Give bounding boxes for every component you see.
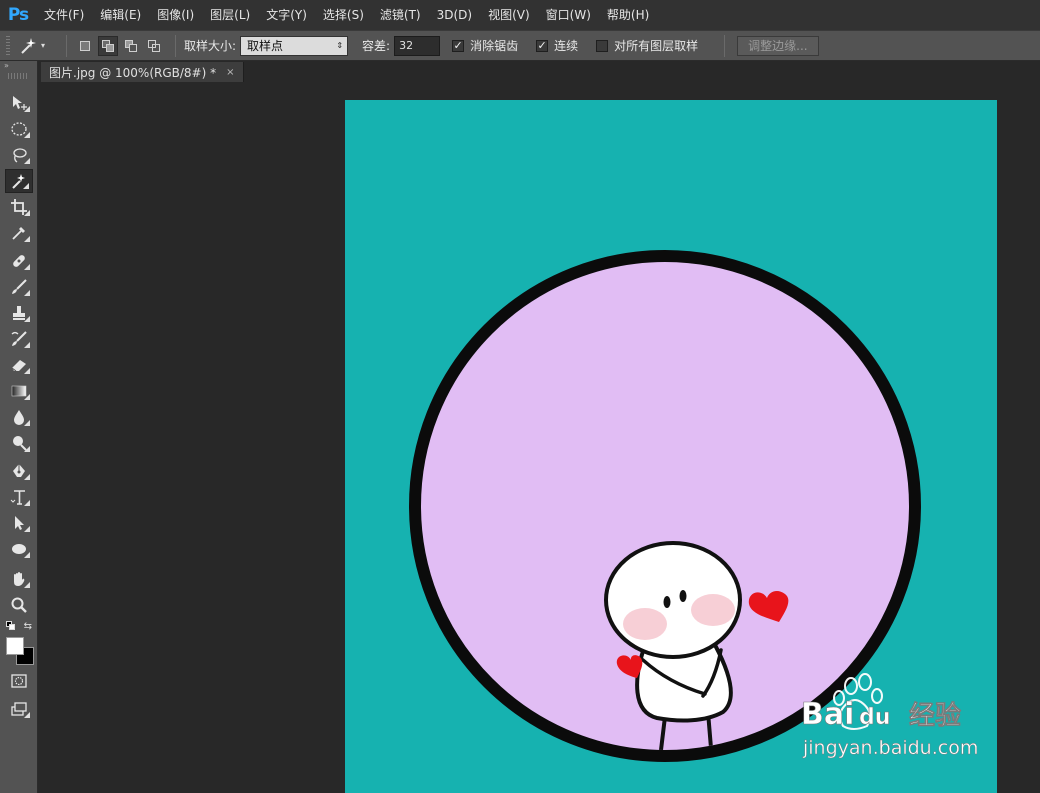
divider <box>724 34 726 57</box>
intersect-selection-button[interactable] <box>144 36 164 56</box>
screen-mode-button[interactable] <box>5 697 33 721</box>
magic-wand-tool[interactable] <box>5 169 33 193</box>
zoom-tool[interactable] <box>5 593 33 617</box>
blur-tool[interactable] <box>5 405 33 429</box>
tool-preset-picker[interactable]: ▾ <box>18 36 58 56</box>
photoshop-logo: Ps <box>7 5 29 25</box>
lasso-tool[interactable] <box>5 143 33 167</box>
menu-bar: Ps 文件(F) 编辑(E) 图像(I) 图层(L) 文字(Y) 选择(S) 滤… <box>0 0 1040 30</box>
menu-filter[interactable]: 滤镜(T) <box>372 0 429 30</box>
add-to-selection-icon <box>102 39 114 52</box>
checkmark-icon: ✓ <box>536 39 549 52</box>
tools-panel-grip[interactable] <box>8 73 29 79</box>
sample-size-label: 取样大小: <box>184 39 237 53</box>
document-tab-bar: 图片.jpg @ 100%(RGB/8#) * × <box>39 62 1040 82</box>
eyedropper-tool[interactable] <box>5 221 33 245</box>
ellipse-tool[interactable] <box>5 537 33 561</box>
options-bar-grip[interactable] <box>6 35 10 56</box>
zoom-icon <box>11 597 27 613</box>
menu-file[interactable]: 文件(F) <box>36 0 92 30</box>
contiguous-label: 连续 <box>554 39 579 53</box>
magic-wand-icon <box>21 37 36 54</box>
menu-select[interactable]: 选择(S) <box>315 0 372 30</box>
hand-tool[interactable] <box>5 567 33 591</box>
collapse-panel-icon[interactable]: » <box>0 61 37 71</box>
dodge-tool[interactable] <box>5 431 33 455</box>
document-canvas[interactable] <box>345 100 997 793</box>
menu-type[interactable]: 文字(Y) <box>258 0 315 30</box>
tools-panel: » ⇆ <box>0 61 38 793</box>
close-icon[interactable]: × <box>226 67 234 78</box>
foreground-color-swatch[interactable] <box>6 637 24 655</box>
empty-checkbox-icon <box>596 39 609 52</box>
healing-brush-tool[interactable] <box>5 249 33 273</box>
antialias-label: 消除锯齿 <box>470 39 519 53</box>
menu-3d[interactable]: 3D(D) <box>429 0 480 30</box>
menu-layer[interactable]: 图层(L) <box>202 0 258 30</box>
divider <box>175 34 176 57</box>
add-to-selection-button[interactable] <box>98 35 118 56</box>
divider <box>66 34 67 57</box>
checkmark-icon: ✓ <box>452 39 465 52</box>
tolerance-input[interactable] <box>394 35 441 56</box>
color-swatches: ⇆ <box>4 621 36 671</box>
menu-help[interactable]: 帮助(H) <box>599 0 657 30</box>
sample-size-select[interactable]: 取样点 ⇕ <box>240 35 349 56</box>
subtract-from-selection-button[interactable] <box>121 36 141 56</box>
gradient-tool[interactable] <box>5 379 33 403</box>
marquee-tool[interactable] <box>5 117 33 141</box>
options-bar: ▾ 取样大小: 取样点 ⇕ 容差: ✓ 消除锯齿 ✓ 连续 对所有图层取样 调整… <box>0 30 1040 61</box>
document-tab[interactable]: 图片.jpg @ 100%(RGB/8#) * × <box>41 62 244 82</box>
sample-size-value: 取样点 <box>247 39 284 53</box>
brush-tool[interactable] <box>5 275 33 299</box>
antialias-checkbox[interactable]: ✓ 消除锯齿 <box>452 37 522 54</box>
updown-arrows-icon: ⇕ <box>336 41 344 50</box>
crop-tool[interactable] <box>5 195 33 219</box>
menu-edit[interactable]: 编辑(E) <box>92 0 149 30</box>
path-selection-tool[interactable] <box>5 511 33 535</box>
sample-all-layers-checkbox[interactable]: 对所有图层取样 <box>596 37 702 54</box>
new-selection-icon <box>80 40 90 51</box>
default-colors-icon[interactable] <box>6 621 16 631</box>
refine-edge-button[interactable]: 调整边缘... <box>737 35 819 56</box>
swap-colors-icon[interactable]: ⇆ <box>24 621 32 632</box>
tolerance-label: 容差: <box>362 39 391 53</box>
pen-tool[interactable] <box>5 459 33 483</box>
eraser-tool[interactable] <box>5 353 33 377</box>
move-tool[interactable] <box>5 91 33 115</box>
quick-mask-icon <box>11 674 27 688</box>
quick-mask-button[interactable] <box>5 669 33 693</box>
new-selection-button[interactable] <box>75 36 95 56</box>
menu-view[interactable]: 视图(V) <box>480 0 538 30</box>
type-tool[interactable] <box>5 485 33 509</box>
menu-image[interactable]: 图像(I) <box>149 0 202 30</box>
contiguous-checkbox[interactable]: ✓ 连续 <box>536 37 582 54</box>
artwork <box>409 250 921 762</box>
subtract-selection-icon <box>125 39 137 52</box>
clone-stamp-tool[interactable] <box>5 301 33 325</box>
history-brush-tool[interactable] <box>5 327 33 351</box>
document-workspace: Bai du 经验 jingyan.baidu.com <box>39 82 1040 793</box>
document-tab-title: 图片.jpg @ 100%(RGB/8#) * <box>49 65 217 80</box>
intersect-selection-icon <box>148 39 160 52</box>
chevron-down-icon: ▾ <box>41 41 46 50</box>
menu-window[interactable]: 窗口(W) <box>538 0 599 30</box>
sample-all-layers-label: 对所有图层取样 <box>614 39 699 53</box>
